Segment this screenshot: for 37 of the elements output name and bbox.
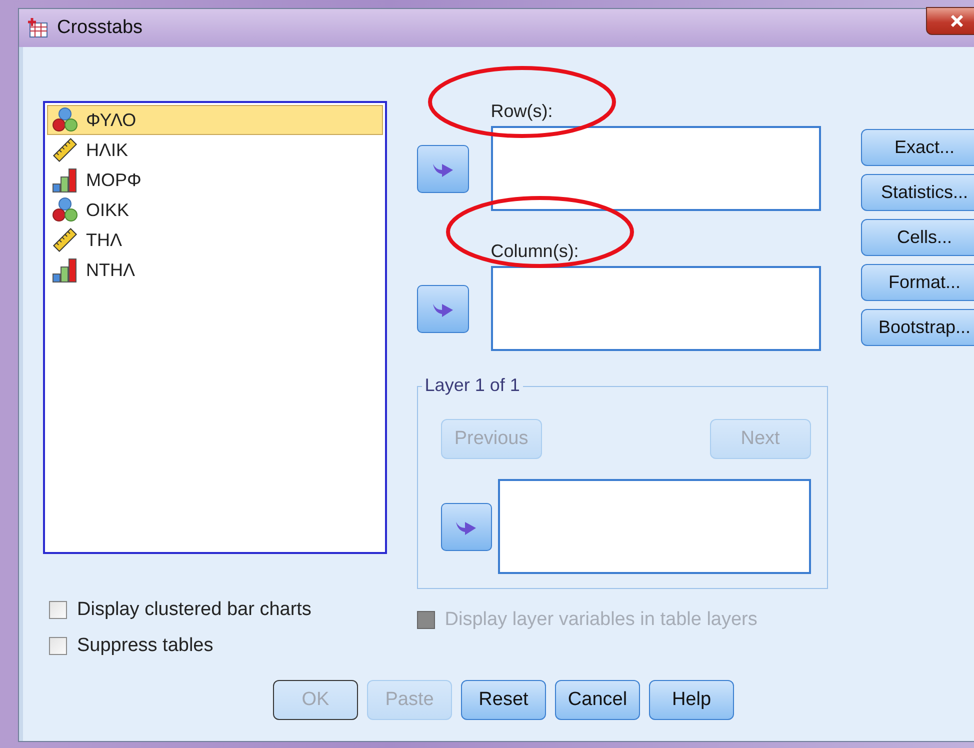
dialog-button[interactable]: Exact...	[861, 129, 974, 166]
dialog-button[interactable]: Cancel	[555, 680, 640, 720]
group-title: Layer 1 of 1	[422, 375, 523, 396]
layer-list[interactable]	[498, 479, 811, 574]
bar-chart-icon	[52, 257, 78, 283]
dialog-button[interactable]: Cells...	[861, 219, 974, 256]
checkbox-label: Display layer variables in table layers	[444, 609, 758, 631]
variable-item[interactable]: ΝΤΗΛ	[47, 255, 383, 285]
close-button[interactable]	[926, 7, 974, 35]
move-button[interactable]	[416, 144, 469, 192]
three-balls-icon	[52, 197, 78, 223]
variable-item[interactable]: ΦΥΛΟ	[47, 105, 383, 135]
checkbox[interactable]	[49, 601, 67, 619]
crosstabs-icon	[27, 17, 49, 39]
dialog-button[interactable]: Format...	[861, 264, 974, 301]
variable-item[interactable]: ΟΙΚΚ	[47, 195, 383, 225]
three-balls-icon	[52, 107, 78, 133]
dialog-button[interactable]: Statistics...	[861, 174, 974, 211]
dialog-button[interactable]: Help	[649, 680, 734, 720]
close-icon	[950, 15, 964, 27]
target-label: Row(s):	[490, 101, 554, 122]
target-list[interactable]	[490, 126, 821, 211]
move-button[interactable]	[416, 284, 469, 332]
move-button[interactable]	[440, 502, 492, 550]
dialog-button[interactable]: Bootstrap...	[861, 309, 974, 346]
dialog-button[interactable]: Reset	[461, 680, 546, 720]
variable-item[interactable]: ΜΟΡΦ	[47, 165, 383, 195]
bar-chart-icon	[52, 167, 78, 193]
target-label: Column(s):	[490, 241, 580, 262]
checkbox-label: Display clustered bar charts	[77, 599, 312, 621]
checkbox-label: Suppress tables	[77, 635, 214, 657]
window-title: Crosstabs	[57, 17, 143, 39]
variable-item[interactable]: ΤΗΛ	[47, 225, 383, 255]
variable-list[interactable]: ΦΥΛΟ ΗΛΙΚ ΜΟΡΦ ΟΙΚΚ ΤΗΛ ΝΤΗΛ	[43, 101, 387, 554]
target-list[interactable]	[490, 266, 821, 351]
variable-item[interactable]: ΗΛΙΚ	[47, 135, 383, 165]
checkbox[interactable]	[49, 637, 67, 655]
